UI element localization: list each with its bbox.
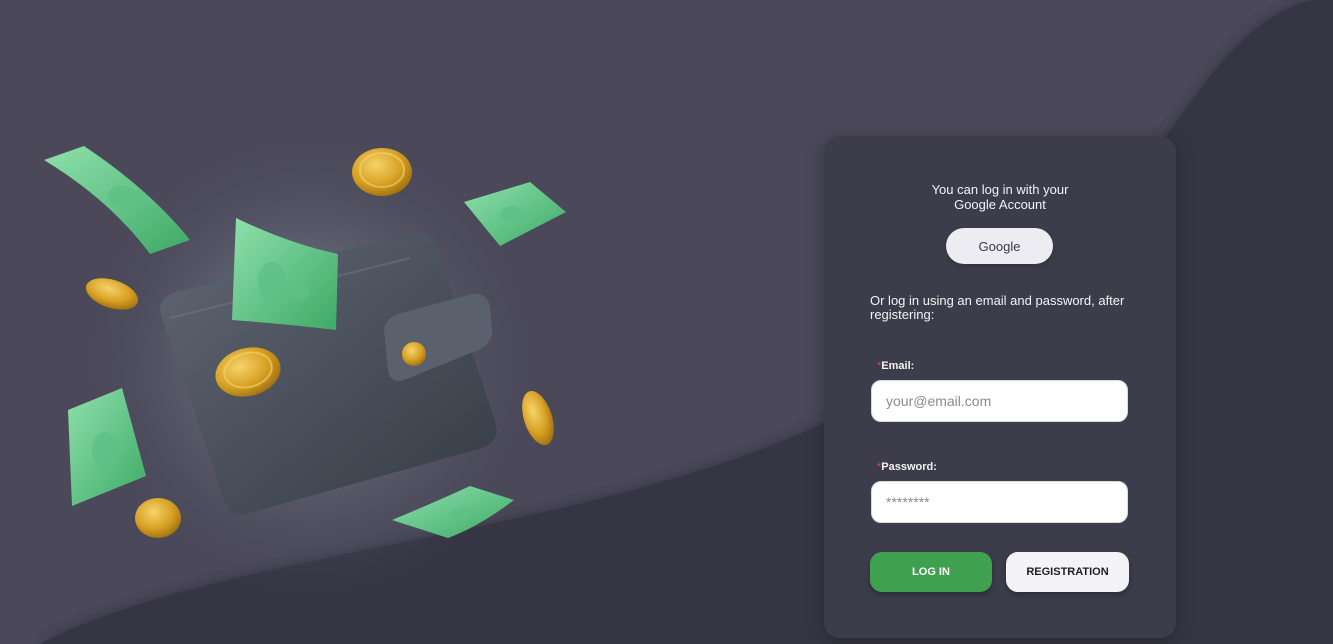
email-login-prompt: Or log in using an email and password, a… <box>870 293 1125 322</box>
registration-button[interactable]: REGISTRATION <box>1006 552 1129 592</box>
coin-icon <box>352 148 412 196</box>
coin-icon <box>135 498 181 538</box>
email-label: *Email: <box>877 360 914 372</box>
email-input[interactable] <box>871 380 1128 422</box>
password-label: *Password: <box>877 461 937 473</box>
google-prompt-line-2: Google Account <box>954 197 1046 212</box>
password-input[interactable] <box>871 481 1128 523</box>
password-label-text: Password: <box>881 461 937 473</box>
login-panel: You can log in with your Google Account … <box>824 136 1176 638</box>
google-login-prompt: You can log in with your Google Account <box>824 182 1176 212</box>
login-button[interactable]: LOG IN <box>870 552 992 592</box>
google-prompt-line-1: You can log in with your <box>931 182 1069 197</box>
email-label-text: Email: <box>881 360 915 372</box>
google-login-button[interactable]: Google <box>946 228 1053 264</box>
wallet-with-money-illustration <box>44 120 566 600</box>
